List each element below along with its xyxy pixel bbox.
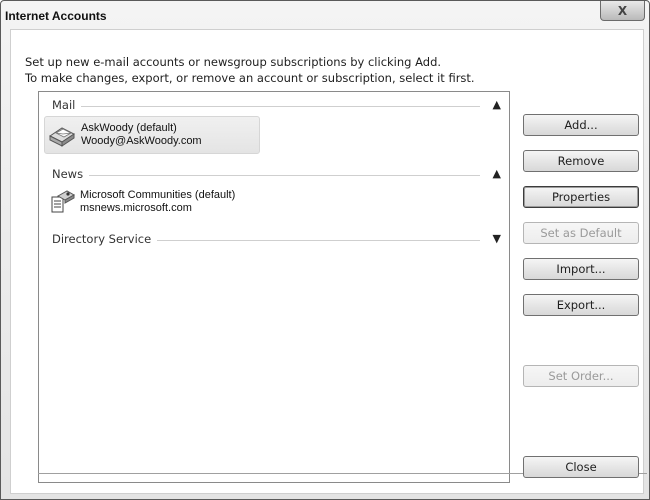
instructions-text: Set up new e-mail accounts or newsgroup … — [25, 54, 495, 86]
account-item-askwoody[interactable]: AskWoody (default) Woody@AskWoody.com — [44, 116, 260, 154]
export-button[interactable]: Export... — [523, 294, 639, 316]
group-divider — [52, 106, 480, 107]
group-label-news: News — [52, 167, 90, 181]
title-bar[interactable]: Internet Accounts X — [1, 1, 649, 29]
account-server: msnews.microsoft.com — [80, 202, 192, 214]
news-account-icon — [51, 190, 76, 213]
close-button[interactable]: Close — [523, 456, 639, 478]
group-header-news[interactable]: News ▲ — [39, 167, 509, 183]
chevron-up-icon[interactable]: ▲ — [493, 167, 501, 180]
dialog-body: Set up new e-mail accounts or newsgroup … — [10, 29, 647, 494]
group-label-mail: Mail — [52, 98, 82, 112]
account-text: Microsoft Communities (default) msnews.m… — [80, 189, 235, 215]
mail-account-icon — [49, 127, 75, 147]
account-name: Microsoft Communities (default) — [80, 189, 236, 201]
add-button[interactable]: Add... — [523, 114, 639, 136]
account-text: AskWoody (default) Woody@AskWoody.com — [81, 122, 202, 148]
window-title: Internet Accounts — [5, 9, 107, 23]
chevron-up-icon[interactable]: ▲ — [493, 98, 501, 111]
remove-button[interactable]: Remove — [523, 150, 639, 172]
account-name: AskWoody (default) — [81, 122, 177, 134]
close-icon: X — [617, 3, 628, 18]
group-divider — [52, 175, 480, 176]
close-window-button[interactable]: X — [600, 1, 645, 21]
group-header-mail[interactable]: Mail ▲ — [39, 98, 509, 114]
account-email: Woody@AskWoody.com — [81, 135, 202, 147]
instructions-line-1: Set up new e-mail accounts or newsgroup … — [25, 55, 442, 69]
set-as-default-button: Set as Default — [523, 222, 639, 244]
group-label-directory-service: Directory Service — [52, 232, 158, 246]
set-order-button: Set Order... — [523, 365, 639, 387]
chevron-down-icon[interactable]: ▼ — [493, 232, 501, 245]
internet-accounts-dialog: Internet Accounts X Set up new e-mail ac… — [0, 0, 650, 500]
import-button[interactable]: Import... — [523, 258, 639, 280]
account-item-microsoft-communities[interactable]: Microsoft Communities (default) msnews.m… — [44, 184, 258, 220]
accounts-list[interactable]: Mail ▲ AskWoody (default) Woody@AskWoody… — [38, 91, 510, 483]
instructions-line-2: To make changes, export, or remove an ac… — [25, 71, 475, 85]
properties-button[interactable]: Properties — [523, 186, 639, 208]
group-header-directory-service[interactable]: Directory Service ▼ — [39, 232, 509, 248]
